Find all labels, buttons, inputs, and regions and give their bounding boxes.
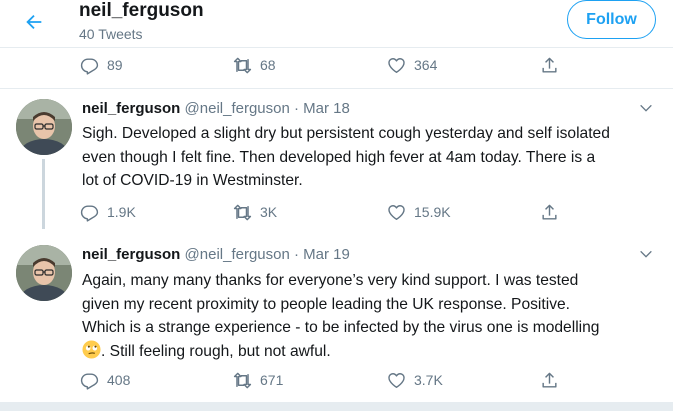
tweet[interactable]: neil_ferguson @neil_ferguson · Mar 19 Ag… xyxy=(0,235,673,401)
reply-button[interactable]: 408 xyxy=(80,368,130,392)
reply-icon xyxy=(80,57,99,75)
avatar[interactable] xyxy=(16,99,72,155)
follow-button[interactable]: Follow xyxy=(567,0,656,39)
prev-tweet-actions: 89 68 364 xyxy=(80,53,560,77)
reply-icon xyxy=(80,372,99,390)
author-name[interactable]: neil_ferguson xyxy=(82,100,180,117)
tweet-header: neil_ferguson @neil_ferguson · Mar 18 xyxy=(82,100,350,117)
back-arrow-icon xyxy=(26,14,42,30)
avatar-photo xyxy=(16,245,72,301)
share-button[interactable] xyxy=(540,53,559,77)
retweet-count: 3K xyxy=(260,204,278,220)
retweet-button[interactable]: 671 xyxy=(233,368,283,392)
tweet-text-line: lot of COVID-19 in Westminster. xyxy=(82,172,303,189)
tweet-text-line: Again, many many thanks for everyone’s v… xyxy=(82,272,579,289)
tweet-text-line: given my recent proximity to people lead… xyxy=(82,295,570,313)
like-icon xyxy=(388,204,405,220)
tweet-count: 40 Tweets xyxy=(79,26,143,42)
like-count: 3.7K xyxy=(414,372,443,388)
thread-line xyxy=(42,159,45,229)
tweet-menu-button[interactable] xyxy=(636,244,656,264)
tweet-date[interactable]: Mar 18 xyxy=(303,100,350,117)
reply-button[interactable]: 1.9K xyxy=(80,200,136,224)
tweet-text: Sigh. Developed a slight dry but persist… xyxy=(82,122,662,193)
author-handle[interactable]: @neil_ferguson xyxy=(185,246,290,263)
tweet-header: neil_ferguson @neil_ferguson · Mar 19 xyxy=(82,246,350,263)
tweet-actions: 1.9K 3K 15.9K xyxy=(80,200,560,224)
share-button[interactable] xyxy=(540,368,559,392)
tweet-menu-button[interactable] xyxy=(636,98,656,118)
retweet-icon xyxy=(233,204,252,220)
rolling-eyes-emoji-icon xyxy=(82,339,101,359)
author-name[interactable]: neil_ferguson xyxy=(82,246,180,263)
reply-icon xyxy=(80,204,99,222)
like-icon xyxy=(388,372,405,388)
tweet-text-line: even though I felt fine. Then developed … xyxy=(82,148,596,166)
retweet-icon xyxy=(233,57,252,73)
share-icon xyxy=(542,57,557,73)
profile-name: neil_ferguson xyxy=(79,0,204,21)
tweet-actions: 408 671 3.7K xyxy=(80,368,560,392)
retweet-button[interactable]: 68 xyxy=(233,53,276,77)
retweet-button[interactable]: 3K xyxy=(233,200,277,224)
chevron-down-icon xyxy=(640,250,652,258)
tweet-text-line-with-emoji: . Still feeling rough, but not awful. xyxy=(82,339,662,364)
retweet-count: 68 xyxy=(260,57,276,73)
like-button[interactable]: 3.7K xyxy=(387,368,443,392)
reply-count: 89 xyxy=(107,57,123,73)
tweet[interactable]: neil_ferguson @neil_ferguson · Mar 18 Si… xyxy=(0,89,673,234)
tweet-text-line: Which is a strange experience - to be in… xyxy=(82,319,600,336)
avatar[interactable] xyxy=(16,245,72,301)
like-icon xyxy=(388,57,405,73)
like-button[interactable]: 364 xyxy=(387,53,437,77)
share-icon xyxy=(542,204,557,220)
retweet-count: 671 xyxy=(260,372,284,388)
share-icon xyxy=(542,372,557,388)
like-count: 15.9K xyxy=(414,204,451,220)
back-button[interactable] xyxy=(18,6,50,38)
like-count: 364 xyxy=(414,57,438,73)
avatar-photo xyxy=(16,99,72,155)
tweet-text: Again, many many thanks for everyone’s v… xyxy=(82,269,662,363)
tweet-date[interactable]: Mar 19 xyxy=(303,246,350,263)
share-button[interactable] xyxy=(540,200,559,224)
author-handle[interactable]: @neil_ferguson xyxy=(185,100,290,117)
profile-header: neil_ferguson 40 Tweets Follow xyxy=(0,0,673,48)
tweet-text-line: . Still feeling rough, but not awful. xyxy=(101,342,331,360)
reply-count: 408 xyxy=(107,372,131,388)
separator: · xyxy=(294,246,299,263)
like-button[interactable]: 15.9K xyxy=(387,200,451,224)
reply-button[interactable]: 89 xyxy=(80,53,123,77)
retweet-icon xyxy=(233,372,252,388)
tweet-text-line: Sigh. Developed a slight dry but persist… xyxy=(82,125,610,142)
section-separator xyxy=(0,402,673,411)
chevron-down-icon xyxy=(640,104,652,112)
separator: · xyxy=(294,100,299,117)
reply-count: 1.9K xyxy=(107,204,136,220)
